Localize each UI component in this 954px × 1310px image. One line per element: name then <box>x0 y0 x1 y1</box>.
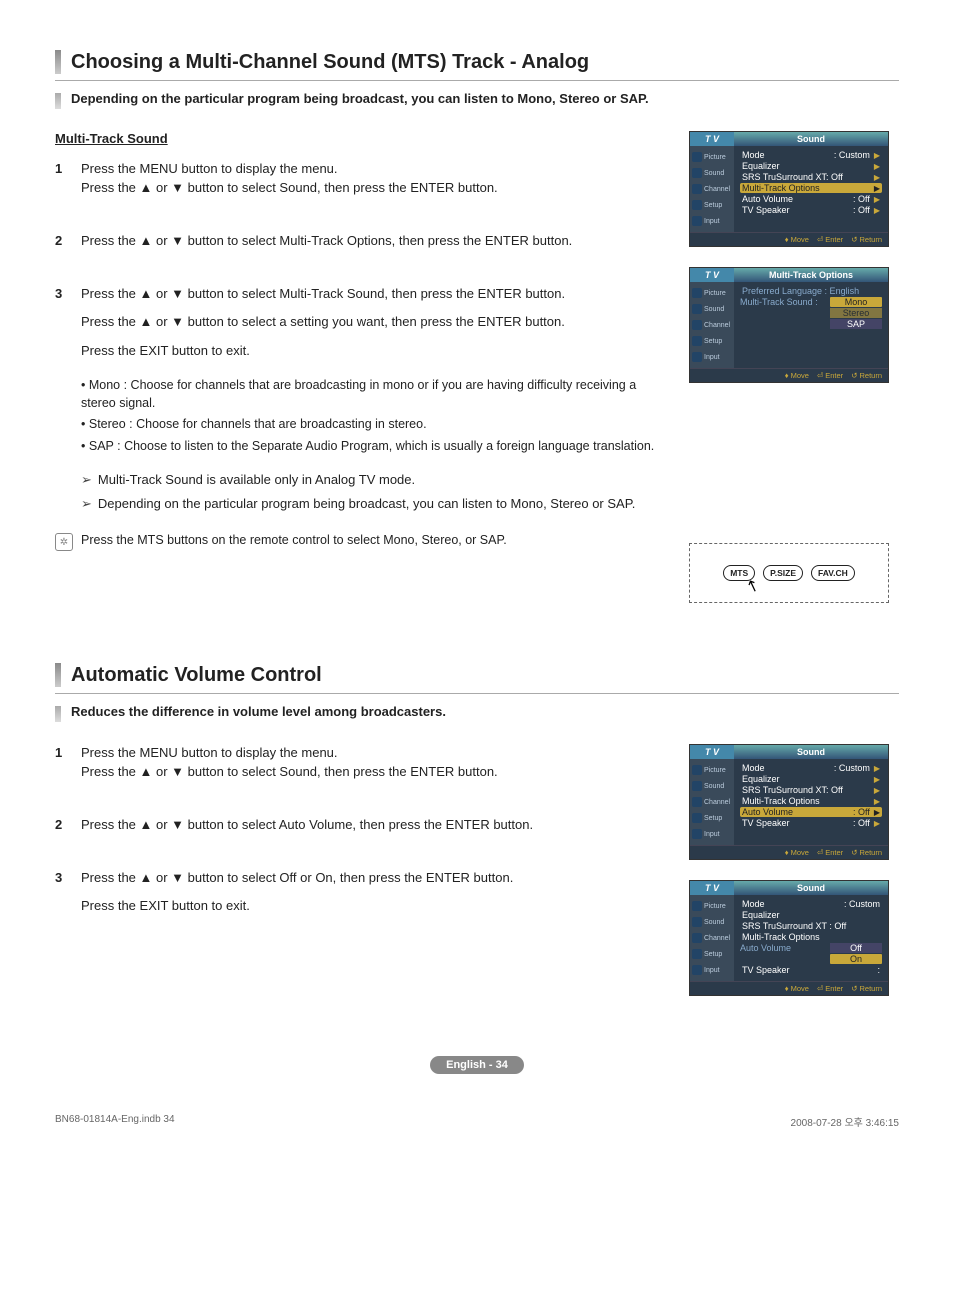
section-subtitle-row: Depending on the particular program bein… <box>55 91 899 109</box>
osd-title: Sound <box>734 134 888 144</box>
opt-off: Off <box>830 943 882 953</box>
osd-sidebar: Picture Sound Channel Setup Input <box>690 146 734 232</box>
step-3b-text: Press the ▲ or ▼ button to select a sett… <box>81 313 671 332</box>
remote-note-text: Press the MTS buttons on the remote cont… <box>81 533 507 547</box>
remote-illustration: MTS P.SIZE FAV.CH ↖ <box>689 543 889 603</box>
remote-btn-favch: FAV.CH <box>811 565 855 581</box>
note-1-text: Multi-Track Sound is available only in A… <box>98 471 415 489</box>
mts-opt-stereo: Stereo <box>830 308 882 318</box>
section-title: Automatic Volume Control <box>71 664 322 687</box>
mts-opt-sap: SAP <box>830 319 882 329</box>
mts-opt-mono: Mono <box>830 297 882 307</box>
document-footer: BN68-01814A-Eng.indb 34 2008-07-28 오후 3:… <box>0 1114 954 1149</box>
step-3c-text: Press the EXIT button to exit. <box>81 342 671 361</box>
page-footer: English - 34 <box>55 1056 899 1074</box>
multi-track-label: Multi-Track Sound <box>55 131 671 146</box>
bullet-notes: • Mono : Choose for channels that are br… <box>81 377 671 455</box>
note-2-text: Depending on the particular program bein… <box>98 495 635 513</box>
mts-options: Mono Stereo SAP <box>830 297 882 329</box>
bullet-mono: • Mono : Choose for channels that are br… <box>81 377 671 412</box>
section-auto-volume: Automatic Volume Control Reduces the dif… <box>55 663 899 996</box>
instructions-col: Multi-Track Sound 1 Press the MENU butto… <box>55 131 689 551</box>
heading-accent <box>55 50 61 74</box>
osd-col: T V Sound Picture Sound Channel Setup In… <box>689 131 899 603</box>
step-2: 2 Press the ▲ or ▼ button to select Auto… <box>55 816 671 845</box>
heading-accent <box>55 663 61 687</box>
doc-file-name: BN68-01814A-Eng.indb 34 <box>55 1114 175 1129</box>
osd-autovol-options: T V Sound Picture Sound Channel Setup In… <box>689 880 889 996</box>
remote-btn-psize: P.SIZE <box>763 565 803 581</box>
note-2: ➢ Depending on the particular program be… <box>81 495 671 513</box>
step-3: 3 Press the ▲ or ▼ button to select Mult… <box>55 285 671 372</box>
osd-foot-return: ↺ Return <box>851 235 882 244</box>
osd-tv-label: T V <box>690 132 734 146</box>
remote-icon: ✲ <box>55 533 73 551</box>
note-arrow-icon: ➢ <box>81 495 92 513</box>
osd-sound-menu-autovol: T V Sound Picture Sound Channel Setup In… <box>689 744 889 860</box>
section-subtitle: Reduces the difference in volume level a… <box>71 704 446 722</box>
step-3a-text: Press the ▲ or ▼ button to select Multi-… <box>81 285 671 304</box>
subtitle-accent <box>55 93 61 109</box>
osd-row-selected: Auto Volume: Off▶ <box>740 807 882 817</box>
step-1: 1 Press the MENU button to display the m… <box>55 160 671 208</box>
osd-foot-move: ♦ Move <box>785 235 809 244</box>
steps-list: 1 Press the MENU button to display the m… <box>55 160 671 371</box>
bullet-sap: • SAP : Choose to listen to the Separate… <box>81 438 671 456</box>
page-number-badge: English - 34 <box>430 1056 524 1074</box>
section-heading: Choosing a Multi-Channel Sound (MTS) Tra… <box>55 50 899 81</box>
opt-on: On <box>830 954 882 964</box>
step-1-text: Press the MENU button to display the men… <box>81 160 671 198</box>
osd-mts-menu: T V Multi-Track Options Picture Sound Ch… <box>689 267 889 383</box>
bullet-stereo: • Stereo : Choose for channels that are … <box>81 416 671 434</box>
osd-row-selected: Multi-Track Options▶ <box>740 183 882 193</box>
step-2: 2 Press the ▲ or ▼ button to select Mult… <box>55 232 671 261</box>
step-1: 1 Press the MENU button to display the m… <box>55 744 671 792</box>
osd-sound-menu: T V Sound Picture Sound Channel Setup In… <box>689 131 889 247</box>
section-subtitle: Depending on the particular program bein… <box>71 91 649 109</box>
section-mts: Choosing a Multi-Channel Sound (MTS) Tra… <box>55 50 899 603</box>
step-2-text: Press the ▲ or ▼ button to select Multi-… <box>81 232 671 251</box>
section-title: Choosing a Multi-Channel Sound (MTS) Tra… <box>71 51 589 74</box>
doc-timestamp: 2008-07-28 오후 3:46:15 <box>791 1114 899 1129</box>
note-arrow-icon: ➢ <box>81 471 92 489</box>
osd-foot-enter: ⏎ Enter <box>817 235 843 244</box>
note-1: ➢ Multi-Track Sound is available only in… <box>81 471 671 489</box>
subtitle-accent <box>55 706 61 722</box>
step-3: 3 Press the ▲ or ▼ button to select Off … <box>55 869 671 927</box>
remote-note: ✲ Press the MTS buttons on the remote co… <box>55 533 671 551</box>
